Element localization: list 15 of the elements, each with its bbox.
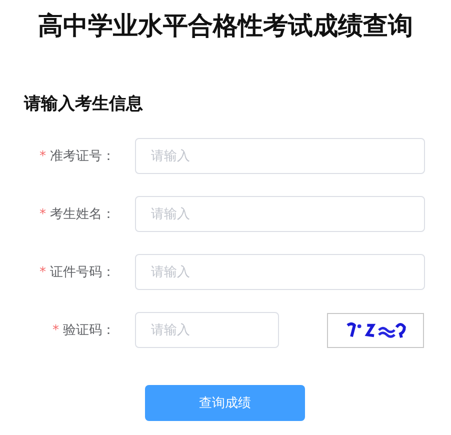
field-label: 证件号码： [50,264,115,281]
required-mark: * [52,322,59,338]
input-field[interactable]: 请输入 [135,196,425,232]
field-label: 验证码： [63,322,115,339]
submit-button[interactable]: 查询成绩 [145,385,305,421]
required-mark: * [40,206,46,222]
field-label: 考生姓名： [50,206,115,223]
input-field[interactable]: 请输入 [135,254,425,290]
field-label: 准考证号： [50,148,115,165]
captcha-field[interactable]: 请输入 [135,312,279,348]
required-mark: * [40,148,46,164]
section-title: 请输入考生信息 [24,93,144,116]
required-mark: * [40,264,46,280]
input-field[interactable]: 请输入 [135,138,425,174]
page-title: 高中学业水平合格性考试成绩查询 [37,10,414,42]
